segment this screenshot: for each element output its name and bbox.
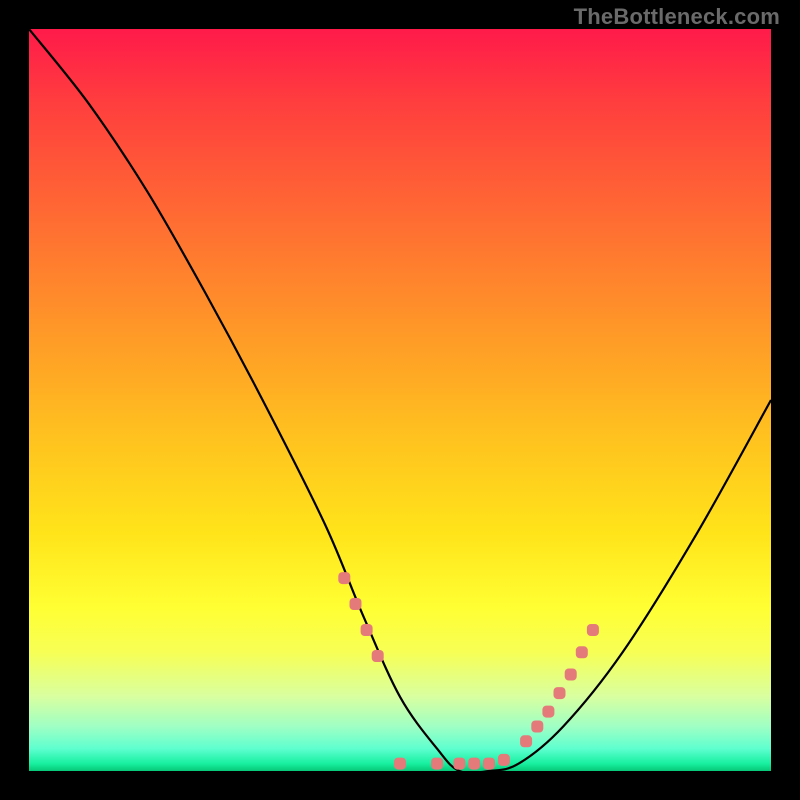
highlight-marker: [554, 687, 566, 699]
highlight-marker: [498, 754, 510, 766]
highlight-marker-group: [338, 572, 599, 770]
highlight-marker: [587, 624, 599, 636]
highlight-marker: [468, 758, 480, 770]
highlight-marker: [338, 572, 350, 584]
highlight-marker: [542, 706, 554, 718]
highlight-marker: [372, 650, 384, 662]
highlight-marker: [531, 721, 543, 733]
highlight-marker: [350, 598, 362, 610]
highlight-marker: [361, 624, 373, 636]
highlight-marker: [394, 758, 406, 770]
highlight-marker: [483, 758, 495, 770]
highlight-marker: [431, 758, 443, 770]
highlight-marker: [576, 646, 588, 658]
attribution-label: TheBottleneck.com: [574, 4, 780, 30]
bottleneck-curve-line: [29, 29, 771, 771]
highlight-marker: [565, 669, 577, 681]
chart-svg: [29, 29, 771, 771]
highlight-marker: [520, 735, 532, 747]
highlight-marker: [453, 758, 465, 770]
chart-plot-area: [29, 29, 771, 771]
